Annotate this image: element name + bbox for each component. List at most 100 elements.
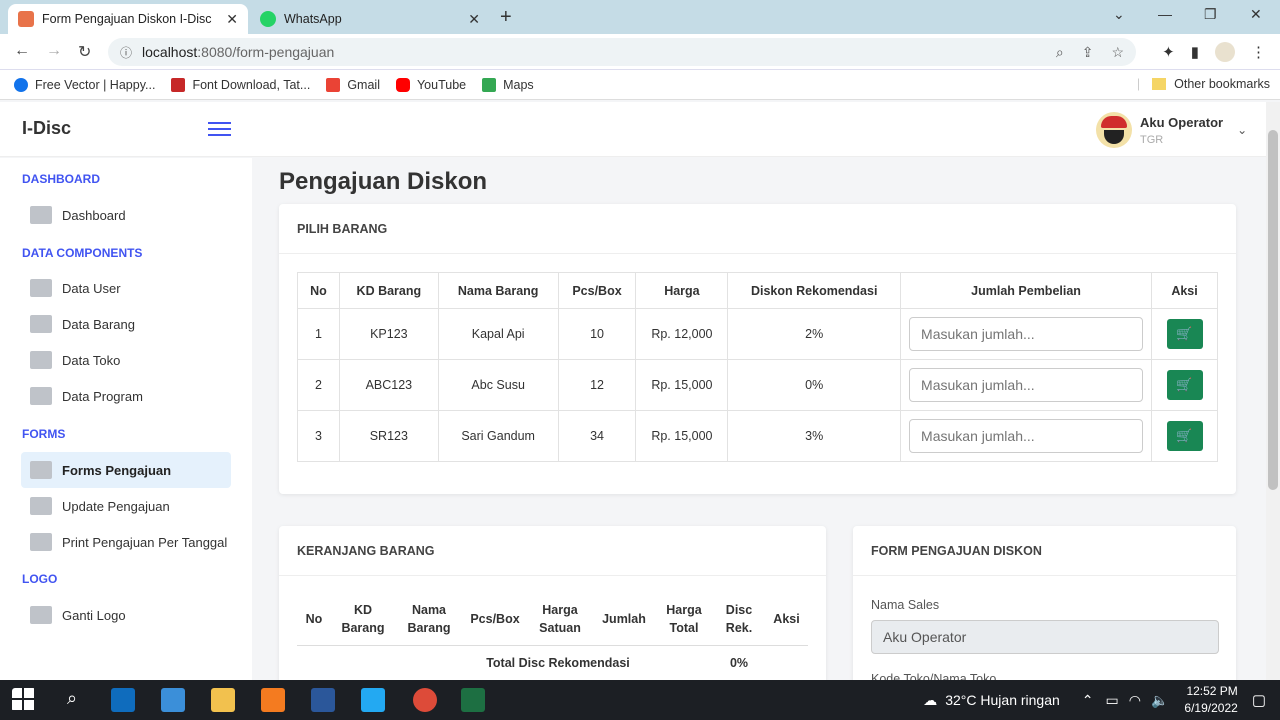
chevron-down-icon[interactable]: ⌄	[1237, 123, 1247, 137]
menu-dots-icon[interactable]: ⋮	[1251, 43, 1266, 61]
hamburger-menu-icon[interactable]	[208, 122, 231, 136]
bookmark-font-download[interactable]: Font Download, Tat...	[171, 77, 310, 92]
cell-kd-barang: SR123	[338, 410, 439, 462]
sidebar-item-data-toko[interactable]: Data Toko	[21, 342, 231, 378]
windows-taskbar: ⌕ ☁ 32°C Hujan ringan ⌃ ▭ ◠ 🔈 12:52 PM 6…	[0, 680, 1280, 720]
close-tab-icon[interactable]: ✕	[226, 11, 238, 28]
column-header: Harga	[635, 272, 729, 309]
battery-icon[interactable]: ▭	[1106, 692, 1119, 709]
column-header: Nama Barang	[395, 594, 463, 646]
wifi-icon[interactable]: ◠	[1129, 692, 1141, 709]
close-window-icon[interactable]: ✕	[1250, 6, 1262, 23]
sidebar-item-ganti-logo[interactable]: Ganti Logo	[21, 597, 231, 633]
sidebar-item-print-pengajuan[interactable]: Print Pengajuan Per Tanggal	[21, 524, 231, 560]
quantity-input[interactable]	[909, 419, 1144, 453]
volume-icon[interactable]: 🔈	[1151, 692, 1168, 709]
bookmark-star-icon[interactable]: ☆	[1111, 44, 1124, 61]
sidebar-item-update-pengajuan[interactable]: Update Pengajuan	[21, 488, 231, 524]
bookmark-youtube[interactable]: YouTube	[395, 77, 467, 92]
back-icon[interactable]: ←	[14, 42, 30, 60]
cell-diskon: 3%	[727, 410, 902, 462]
clock[interactable]: 12:52 PM 6/19/2022	[1184, 683, 1237, 717]
column-header: Jumlah	[593, 594, 655, 646]
windows-start-icon[interactable]	[12, 688, 36, 712]
nama-sales-field[interactable]: Aku Operator	[871, 620, 1219, 654]
column-header: KD Barang	[338, 272, 439, 309]
new-tab-icon[interactable]: +	[500, 6, 512, 29]
sidebar-section-forms: FORMS	[22, 427, 66, 441]
column-header: Aksi	[765, 594, 808, 646]
column-header: Harga Satuan	[527, 594, 593, 646]
tab-whatsapp[interactable]: WhatsApp ✕	[250, 4, 490, 34]
add-to-cart-button[interactable]: 🛒	[1166, 319, 1203, 349]
sidebar-item-label: Data Program	[62, 388, 143, 404]
sidebar-item-forms-pengajuan[interactable]: Forms Pengajuan	[21, 452, 231, 488]
quantity-input[interactable]	[909, 317, 1144, 351]
excel-icon[interactable]	[461, 688, 485, 712]
sidebar-item-label: Update Pengajuan	[62, 498, 170, 514]
sidebar-item-data-barang[interactable]: Data Barang	[21, 306, 231, 342]
reload-icon[interactable]: ↻	[78, 42, 91, 62]
tab-search-icon[interactable]: ⌄	[1113, 6, 1125, 23]
add-to-cart-button[interactable]: 🛒	[1166, 421, 1203, 451]
table-header-row: No KD Barang Nama Barang Pcs/Box Harga D…	[297, 272, 1218, 309]
share-icon[interactable]: ⇪	[1082, 44, 1094, 61]
sidebar-item-label: Data Barang	[62, 316, 135, 332]
chrome-icon[interactable]	[413, 688, 437, 712]
bookmark-maps[interactable]: Maps	[482, 77, 534, 92]
vscode-icon[interactable]	[361, 688, 385, 712]
word-icon[interactable]	[311, 688, 335, 712]
youtube-icon	[395, 77, 410, 92]
sidebar-item-label: Data Toko	[62, 352, 121, 368]
bookmark-label: Free Vector | Happy...	[35, 77, 156, 92]
search-icon[interactable]: ⌕	[60, 688, 84, 712]
user-menu[interactable]: Aku Operator TGR ⌄	[1096, 112, 1247, 148]
sidebar-item-label: Ganti Logo	[62, 607, 126, 623]
tab-form-pengajuan[interactable]: Form Pengajuan Diskon I-Disc ✕	[8, 4, 248, 34]
cell-harga: Rp. 15,000	[635, 359, 729, 411]
xampp-icon[interactable]	[261, 688, 285, 712]
cell-aksi: 🛒	[1151, 359, 1218, 411]
add-to-cart-button[interactable]: 🛒	[1166, 370, 1203, 400]
notification-icon[interactable]: ▢	[1252, 691, 1266, 709]
profile-avatar[interactable]	[1215, 42, 1235, 62]
column-header: Diskon Rekomendasi	[727, 272, 902, 309]
restore-icon[interactable]: ❐	[1204, 6, 1217, 23]
extensions-icon[interactable]: ✦	[1162, 43, 1175, 61]
bookmark-label: Gmail	[347, 77, 380, 92]
date: 6/19/2022	[1184, 701, 1238, 715]
brand-logo[interactable]: I-Disc	[22, 118, 71, 139]
side-panel-icon[interactable]: ▮	[1191, 43, 1199, 61]
url-input[interactable]: ⓘ localhost:8080/form-pengajuan ⌕ ⇪ ☆	[108, 38, 1136, 66]
quantity-input[interactable]	[909, 368, 1144, 402]
store-icon[interactable]	[161, 688, 185, 712]
close-tab-icon[interactable]: ✕	[468, 11, 480, 28]
sidebar-item-dashboard[interactable]: Dashboard	[21, 197, 231, 233]
other-bookmarks[interactable]: | Other bookmarks	[1137, 77, 1270, 91]
sidebar-item-data-program[interactable]: Data Program	[21, 378, 231, 414]
minimize-icon[interactable]: —	[1158, 6, 1172, 22]
cell-nama-barang: Sari Gandum	[437, 410, 559, 462]
file-explorer-icon[interactable]	[211, 688, 235, 712]
zoom-icon[interactable]: ⌕	[1056, 44, 1064, 61]
scrollbar-thumb[interactable]	[1268, 130, 1278, 490]
mail-icon[interactable]	[111, 688, 135, 712]
bookmark-freepik[interactable]: Free Vector | Happy...	[14, 77, 156, 92]
system-tray: ☁ 32°C Hujan ringan ⌃ ▭ ◠ 🔈 12:52 PM 6/1…	[923, 680, 1280, 720]
total-label: Total Disc Rekomendasi	[486, 656, 630, 670]
info-icon[interactable]: ⓘ	[120, 44, 132, 61]
bookmark-gmail[interactable]: Gmail	[326, 77, 380, 92]
chart-line-icon	[30, 206, 52, 224]
user-role: TGR	[1140, 133, 1164, 146]
sidebar: DASHBOARD Dashboard DATA COMPONENTS Data…	[0, 158, 252, 680]
cell-harga: Rp. 15,000	[635, 410, 729, 462]
folder-icon	[1152, 78, 1167, 90]
bookmark-label: YouTube	[416, 77, 467, 92]
weather-text[interactable]: 32°C Hujan ringan	[945, 692, 1060, 708]
forward-icon[interactable]: →	[46, 42, 62, 60]
sidebar-item-data-user[interactable]: Data User	[21, 270, 231, 306]
image-icon	[30, 606, 52, 624]
page-scrollbar[interactable]	[1266, 102, 1280, 680]
tray-chevron-icon[interactable]: ⌃	[1082, 692, 1094, 709]
product-table: No KD Barang Nama Barang Pcs/Box Harga D…	[297, 272, 1218, 462]
